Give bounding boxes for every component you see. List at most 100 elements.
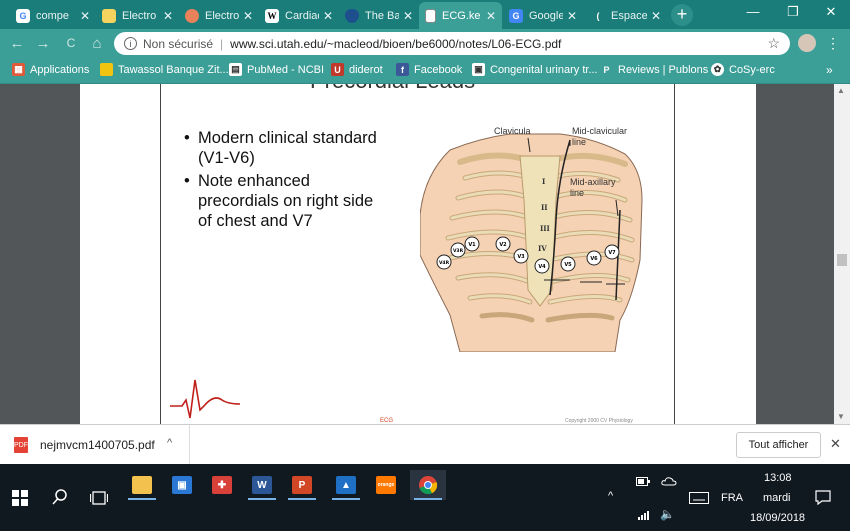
bookmark-congenital[interactable]: ▣ Congenital urinary tr... (472, 63, 598, 76)
chevron-up-icon[interactable]: ^ (608, 490, 613, 502)
forward-button[interactable]: → (34, 35, 52, 52)
taskbar-store[interactable]: ▣ (164, 470, 200, 500)
bookmark-publons[interactable]: P Reviews | Publons (600, 63, 708, 76)
clock-time[interactable]: 13:08 (764, 472, 792, 484)
bookmarks-bar: ▦ Applications Tawassol Banque Zit... ▤ … (0, 58, 850, 84)
pdf-viewer[interactable]: Precordial Leads • Modern clinical stand… (0, 84, 850, 424)
url-text[interactable]: www.sci.utah.edu/~macleod/bioen/be6000/n… (230, 37, 561, 51)
powerpoint-icon: P (292, 476, 312, 494)
lead-v5: V5 (560, 256, 576, 272)
show-all-button[interactable]: Tout afficher (736, 432, 821, 458)
bookmark-pubmed[interactable]: ▤ PubMed - NCBI (229, 63, 324, 76)
tab-5[interactable]: The Ba ✕ (339, 2, 419, 29)
bookmark-diderot[interactable]: U diderot (331, 63, 383, 76)
close-icon[interactable]: ✕ (567, 9, 577, 23)
bookmark-tawassol[interactable]: Tawassol Banque Zit... (100, 63, 229, 76)
tab-title: Electro (205, 9, 239, 22)
separator: | (220, 36, 224, 51)
tab-4[interactable]: W Cardiac ✕ (259, 2, 339, 29)
clock-date[interactable]: 18/09/2018 (750, 512, 805, 524)
scroll-up-arrow[interactable]: ▲ (837, 86, 845, 95)
download-shelf: PDF nejmvcm1400705.pdf ^ Tout afficher ✕ (0, 424, 850, 465)
tab-7[interactable]: G Google ✕ (503, 2, 583, 29)
bookmark-cosy[interactable]: ✿ CoSy-erc (711, 63, 775, 76)
site-icon (185, 8, 199, 23)
keyboard-icon[interactable] (689, 492, 709, 504)
svg-text:V5: V5 (564, 262, 572, 268)
word-icon: W (252, 476, 272, 494)
download-filename: nejmvcm1400705.pdf (40, 438, 155, 452)
lead-v1: V1 (464, 236, 480, 252)
slide-border-right (674, 84, 675, 424)
address-bar[interactable]: i Non sécurisé | www.sci.utah.edu/~macle… (114, 32, 790, 55)
profile-avatar[interactable] (798, 34, 816, 52)
scroll-thumb[interactable] (837, 254, 847, 266)
close-icon[interactable]: ✕ (243, 9, 253, 23)
scroll-down-arrow[interactable]: ▼ (837, 412, 845, 421)
bookmark-applications[interactable]: ▦ Applications (12, 63, 89, 76)
star-icon[interactable]: ☆ (767, 35, 780, 52)
close-icon[interactable]: ✕ (163, 9, 173, 23)
facebook-icon: f (396, 63, 409, 76)
close-icon[interactable]: ✕ (403, 9, 413, 23)
tab-title: compe (36, 9, 70, 22)
battery-icon[interactable] (636, 477, 650, 486)
taskbar-file-explorer[interactable] (124, 470, 160, 500)
language-indicator[interactable]: FRA (721, 492, 743, 504)
bookmarks-overflow-button[interactable]: » (826, 63, 833, 77)
taskbar-powerpoint[interactable]: P (284, 470, 320, 500)
close-icon[interactable]: ✕ (486, 9, 496, 23)
wifi-icon[interactable] (638, 510, 650, 520)
close-icon[interactable]: ✕ (651, 9, 661, 23)
chevron-up-icon[interactable]: ^ (167, 437, 172, 449)
gift-icon: ✚ (212, 476, 232, 494)
taskbar-gift[interactable]: ✚ (204, 470, 240, 500)
bullet-text: Note enhanced precordials on right side … (198, 172, 374, 230)
document-icon: ▣ (472, 63, 485, 76)
notification-icon[interactable] (815, 490, 831, 505)
close-icon[interactable]: ✕ (80, 9, 90, 23)
close-icon[interactable]: ✕ (323, 9, 333, 23)
scrollbar[interactable]: ▲ ▼ (834, 84, 850, 424)
bookmark-label: CoSy-erc (729, 63, 775, 76)
taskbar-orange[interactable]: orange (368, 470, 404, 500)
tab-title: ECG.ke (442, 9, 481, 22)
ecg-logo (170, 379, 241, 419)
new-tab-button[interactable]: + (671, 4, 693, 26)
bookmark-facebook[interactable]: f Facebook (396, 63, 462, 76)
home-button[interactable]: ⌂ (88, 35, 106, 52)
back-button[interactable]: ← (8, 35, 26, 52)
clock-day[interactable]: mardi (763, 492, 791, 504)
taskbar-chrome[interactable] (410, 470, 446, 500)
close-window-button[interactable]: ✕ (820, 4, 842, 20)
university-icon: U (331, 63, 344, 76)
security-label: Non sécurisé (143, 36, 214, 51)
taskbar-word[interactable]: W (244, 470, 280, 500)
svg-text:V2: V2 (499, 242, 507, 248)
minimize-button[interactable]: — (742, 4, 764, 19)
reload-button[interactable]: C (62, 36, 80, 50)
menu-icon[interactable]: ⋮ (826, 35, 840, 52)
tab-3[interactable]: Electro ✕ (179, 2, 259, 29)
tab-title: Electro (122, 9, 157, 22)
tab-1[interactable]: G compe ✕ (10, 2, 96, 29)
lead-v2: V2 (495, 236, 511, 252)
tab-title: Espace (611, 9, 647, 22)
bookmark-label: Reviews | Publons (618, 63, 709, 76)
close-shelf-button[interactable]: ✕ (830, 436, 841, 452)
task-view-icon[interactable] (90, 491, 108, 505)
tab-active-ecg[interactable]: ECG.ke ✕ (419, 2, 502, 29)
volume-icon[interactable]: 🔈 (660, 507, 675, 521)
search-icon[interactable] (52, 489, 68, 506)
tab-8[interactable]: ( Espace ✕ (585, 2, 667, 29)
apps-grid-icon: ▦ (12, 63, 25, 76)
taskbar-photos[interactable]: ▲ (328, 470, 364, 500)
tab-2[interactable]: Electro ✕ (96, 2, 179, 29)
document-icon: ▤ (229, 63, 242, 76)
rib-label: III (540, 224, 550, 233)
restore-button[interactable]: ❐ (782, 4, 804, 20)
windows-start-icon[interactable] (12, 490, 28, 506)
download-item[interactable]: PDF nejmvcm1400705.pdf ^ (0, 425, 190, 465)
cloud-icon[interactable] (661, 476, 677, 486)
info-icon[interactable]: i (124, 37, 137, 50)
